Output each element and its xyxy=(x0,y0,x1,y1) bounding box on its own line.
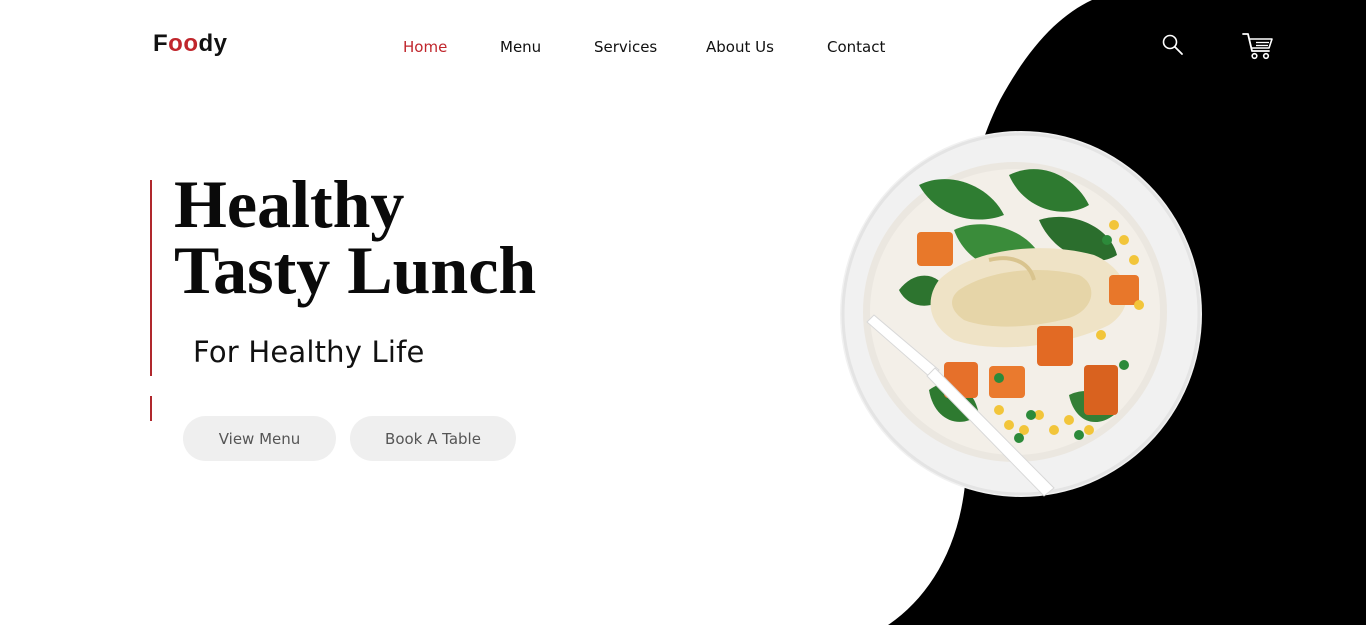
search-icon xyxy=(1162,34,1183,55)
view-menu-button[interactable]: View Menu xyxy=(183,416,336,461)
nav-item-contact[interactable]: Contact xyxy=(827,38,885,56)
hero-title-line-2: Tasty Lunch xyxy=(174,232,537,308)
nav-item-home[interactable]: Home xyxy=(403,38,447,56)
brand-logo[interactable]: Foody xyxy=(153,30,228,58)
accent-line-top xyxy=(150,180,152,376)
hero-title-line-1: Healthy xyxy=(174,166,405,242)
nav-item-menu[interactable]: Menu xyxy=(500,38,541,56)
hero-subtitle: For Healthy Life xyxy=(193,335,425,369)
salad-plate-image xyxy=(840,131,1202,497)
search-button[interactable] xyxy=(1160,32,1186,58)
nav-item-services[interactable]: Services xyxy=(594,38,657,56)
logo-letters-dy: dy xyxy=(198,30,228,57)
accent-line-bottom xyxy=(150,396,152,421)
nav-item-about-us[interactable]: About Us xyxy=(706,38,774,56)
logo-letters-oo: oo xyxy=(168,30,199,57)
book-table-button[interactable]: Book A Table xyxy=(350,416,516,461)
cart-button[interactable] xyxy=(1240,30,1276,62)
logo-letter-f: F xyxy=(153,30,169,57)
hero-title: Healthy Tasty Lunch xyxy=(174,166,537,308)
cart-icon xyxy=(1242,33,1273,60)
